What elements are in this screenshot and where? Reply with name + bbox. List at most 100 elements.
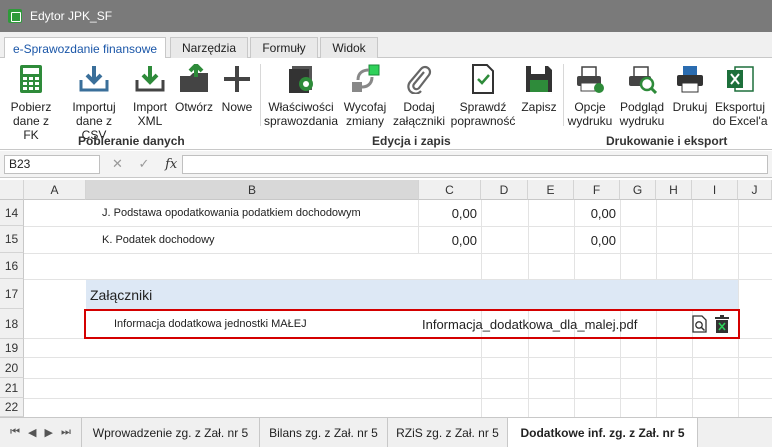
attach-label: Dodaj załączniki: [392, 100, 446, 128]
save-label: Zapisz: [521, 100, 557, 114]
new-button[interactable]: Nowe: [218, 62, 256, 114]
column-header-c[interactable]: C: [419, 180, 481, 200]
sheet-tab-rzis[interactable]: RZiS zg. z Zał. nr 5: [388, 418, 508, 447]
group-label-data: Pobieranie danych: [78, 134, 185, 148]
properties-gear-icon: [284, 62, 318, 96]
undo-label: Wycofaj zmiany: [343, 100, 387, 128]
ribbon: Pobierz dane z FK Importuj dane z CSV Im…: [0, 58, 772, 150]
tab-widok[interactable]: Widok: [320, 37, 378, 58]
undo-changes-icon: [348, 62, 382, 96]
last-sheet-icon[interactable]: ⏭: [61, 426, 71, 439]
column-header-i[interactable]: I: [692, 180, 738, 200]
properties-label: Właściwości sprawozdania: [263, 100, 339, 128]
row-header-14[interactable]: 14: [0, 200, 24, 226]
tab-narzedzia[interactable]: Narzędzia: [170, 37, 248, 58]
import-xml-icon: [133, 62, 167, 96]
column-header-j[interactable]: J: [738, 180, 772, 200]
tab-formuly[interactable]: Formuły: [250, 37, 318, 58]
import-csv-button[interactable]: Importuj dane z CSV: [62, 62, 126, 142]
sheet-tab-bilans[interactable]: Bilans zg. z Zał. nr 5: [260, 418, 388, 447]
grid-line: [24, 378, 772, 379]
grid-line: [24, 253, 772, 254]
cell-f15[interactable]: 0,00: [574, 227, 620, 253]
sheet-tab-dodatkowe[interactable]: Dodatkowe inf. zg. z Zał. nr 5: [508, 418, 698, 447]
grid-line: [24, 357, 772, 358]
excel-icon: [723, 62, 757, 96]
group-label-print: Drukowanie i eksport: [606, 134, 728, 148]
sheet-tab-wprowadzenie[interactable]: Wprowadzenie zg. z Zał. nr 5: [82, 418, 260, 447]
row-header-22[interactable]: 22: [0, 398, 24, 417]
cell-b14[interactable]: J. Podstawa opodatkowania podatkiem doch…: [86, 200, 419, 226]
validate-button[interactable]: Sprawdź poprawność: [448, 62, 518, 128]
floppy-disk-icon: [522, 62, 556, 96]
open-label: Otwórz: [174, 100, 213, 114]
sheet-tab-bar: ⏮ ◀ ▶ ⏭ Wprowadzenie zg. z Zał. nr 5 Bil…: [0, 417, 772, 447]
print-preview-button[interactable]: Podgląd wydruku: [617, 62, 667, 128]
fx-icon[interactable]: fx: [165, 157, 177, 172]
column-header-d[interactable]: D: [481, 180, 528, 200]
row-header-17[interactable]: 17: [0, 279, 24, 309]
next-sheet-icon[interactable]: ▶: [45, 426, 53, 439]
ribbon-separator: [563, 64, 564, 126]
column-header-g[interactable]: G: [620, 180, 656, 200]
checklist-icon: [466, 62, 500, 96]
column-header-b[interactable]: B: [86, 180, 419, 200]
row-header-20[interactable]: 20: [0, 358, 24, 378]
export-excel-label: Eksportuj do Excel'a: [712, 100, 768, 128]
name-box[interactable]: B23: [4, 155, 100, 174]
formula-input[interactable]: [182, 155, 768, 174]
grid-line: [24, 398, 772, 399]
first-sheet-icon[interactable]: ⏮: [10, 426, 20, 439]
section-header-zalaczniki: Załączniki: [86, 280, 738, 309]
print-label: Drukuj: [672, 100, 708, 114]
print-options-label: Opcje wydruku: [567, 100, 613, 128]
properties-button[interactable]: Właściwości sprawozdania: [263, 62, 339, 128]
import-xml-label: Import XML: [132, 100, 167, 128]
cell-c15[interactable]: 0,00: [419, 227, 481, 253]
row-header-21[interactable]: 21: [0, 378, 24, 398]
new-label: Nowe: [221, 100, 253, 114]
print-preview-icon: [625, 62, 659, 96]
ribbon-tabs: e-Sprawozdanie finansowe Narzędzia Formu…: [0, 32, 772, 59]
attachment-file-link[interactable]: Informacja_dodatkowa_dla_malej.pdf: [422, 311, 682, 337]
select-all-corner[interactable]: [0, 180, 24, 200]
open-folder-icon: [177, 62, 211, 96]
confirm-icon[interactable]: ✓: [139, 156, 150, 171]
cell-b18: Informacja dodatkowa jednostki MAŁEJ: [114, 318, 307, 330]
cancel-icon[interactable]: ✕: [112, 156, 123, 171]
column-header-h[interactable]: H: [656, 180, 692, 200]
undo-button[interactable]: Wycofaj zmiany: [340, 62, 390, 128]
print-options-button[interactable]: Opcje wydruku: [565, 62, 615, 128]
validate-label: Sprawdź poprawność: [450, 100, 516, 128]
delete-file-icon[interactable]: [712, 313, 732, 335]
fetch-fk-label: Pobierz dane z FK: [10, 100, 52, 142]
open-button[interactable]: Otwórz: [172, 62, 216, 114]
print-button[interactable]: Drukuj: [669, 62, 711, 114]
row-header-18[interactable]: 18: [0, 309, 24, 339]
formula-bar: B23 ✕ ✓ fx: [0, 151, 772, 178]
app-icon: [8, 9, 22, 23]
calculator-icon: [14, 62, 48, 96]
cell-f14[interactable]: 0,00: [574, 200, 620, 226]
save-button[interactable]: Zapisz: [518, 62, 560, 114]
preview-file-icon[interactable]: [690, 313, 710, 335]
export-excel-button[interactable]: Eksportuj do Excel'a: [712, 62, 768, 128]
prev-sheet-icon[interactable]: ◀: [28, 426, 36, 439]
plus-icon: [220, 62, 254, 96]
row-header-19[interactable]: 19: [0, 339, 24, 358]
cell-c14[interactable]: 0,00: [419, 200, 481, 226]
import-xml-button[interactable]: Import XML: [128, 62, 172, 128]
ribbon-separator: [260, 64, 261, 126]
column-header-a[interactable]: A: [24, 180, 86, 200]
printer-icon: [673, 62, 707, 96]
row-header-16[interactable]: 16: [0, 253, 24, 279]
fetch-fk-button[interactable]: Pobierz dane z FK: [4, 62, 58, 142]
window-title: Edytor JPK_SF: [30, 9, 113, 23]
column-header-e[interactable]: E: [528, 180, 574, 200]
row-header-15[interactable]: 15: [0, 226, 24, 253]
cell-b15[interactable]: K. Podatek dochodowy: [86, 227, 419, 253]
column-header-f[interactable]: F: [574, 180, 620, 200]
attach-button[interactable]: Dodaj załączniki: [392, 62, 446, 128]
tab-e-sprawozdanie[interactable]: e-Sprawozdanie finansowe: [4, 37, 166, 59]
import-csv-icon: [77, 62, 111, 96]
